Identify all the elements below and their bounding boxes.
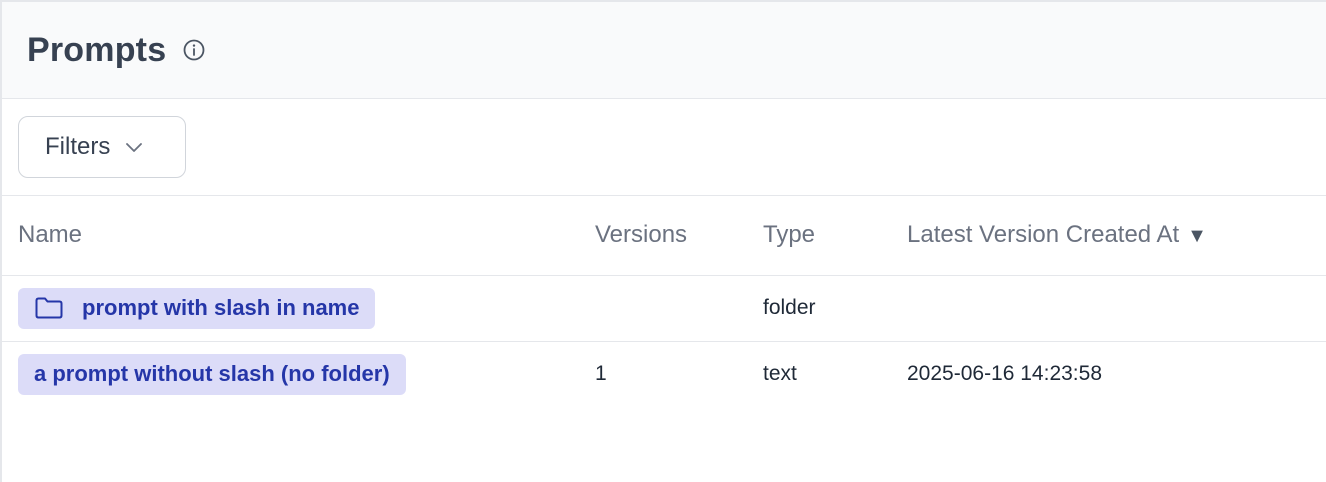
prompt-folder-link[interactable]: prompt with slash in name: [18, 287, 376, 329]
filters-button[interactable]: Filters: [18, 116, 186, 178]
prompts-page: Prompts Filters Name Versions Type Lates…: [0, 0, 1326, 482]
sort-descending-icon[interactable]: ▼: [1187, 225, 1207, 248]
column-header-name-label: Name: [18, 221, 83, 249]
column-header-latest-created-label: Latest Version Created At: [907, 221, 1180, 249]
column-header-name[interactable]: Name: [2, 196, 595, 276]
page-title: Prompts: [27, 30, 167, 69]
chevron-down-icon: [124, 137, 144, 157]
folder-icon: [34, 295, 66, 321]
page-header: Prompts: [2, 2, 1326, 99]
prompt-name: a prompt without slash (no folder): [34, 361, 390, 387]
prompt-name: prompt with slash in name: [82, 295, 360, 320]
cell-name: a prompt without slash (no folder): [2, 341, 595, 407]
cell-type: text: [763, 362, 797, 386]
prompt-link[interactable]: a prompt without slash (no folder): [18, 353, 406, 395]
prompts-table: Name Versions Type Latest Version Create…: [2, 196, 1326, 407]
cell-latest-created: [907, 275, 1326, 342]
cell-name: prompt with slash in name: [2, 275, 595, 342]
table-header-row: Name Versions Type Latest Version Create…: [2, 196, 1326, 276]
column-header-versions[interactable]: Versions: [595, 196, 763, 276]
toolbar: Filters: [2, 99, 1326, 196]
column-header-versions-label: Versions: [595, 221, 688, 249]
cell-type: folder: [763, 275, 907, 342]
cell-versions: 1: [595, 362, 607, 386]
cell-latest-created: 2025-06-16 14:23:58: [907, 362, 1102, 386]
column-header-type-label: Type: [763, 221, 816, 249]
cell-versions: [595, 275, 763, 342]
filters-label: Filters: [45, 133, 111, 160]
column-header-latest-created[interactable]: Latest Version Created At ▼: [907, 196, 1326, 276]
table-row: prompt with slash in name folder: [2, 275, 1326, 342]
info-icon[interactable]: [182, 38, 206, 62]
table-row: a prompt without slash (no folder) 1 tex…: [2, 341, 1326, 407]
column-header-type[interactable]: Type: [763, 196, 907, 276]
